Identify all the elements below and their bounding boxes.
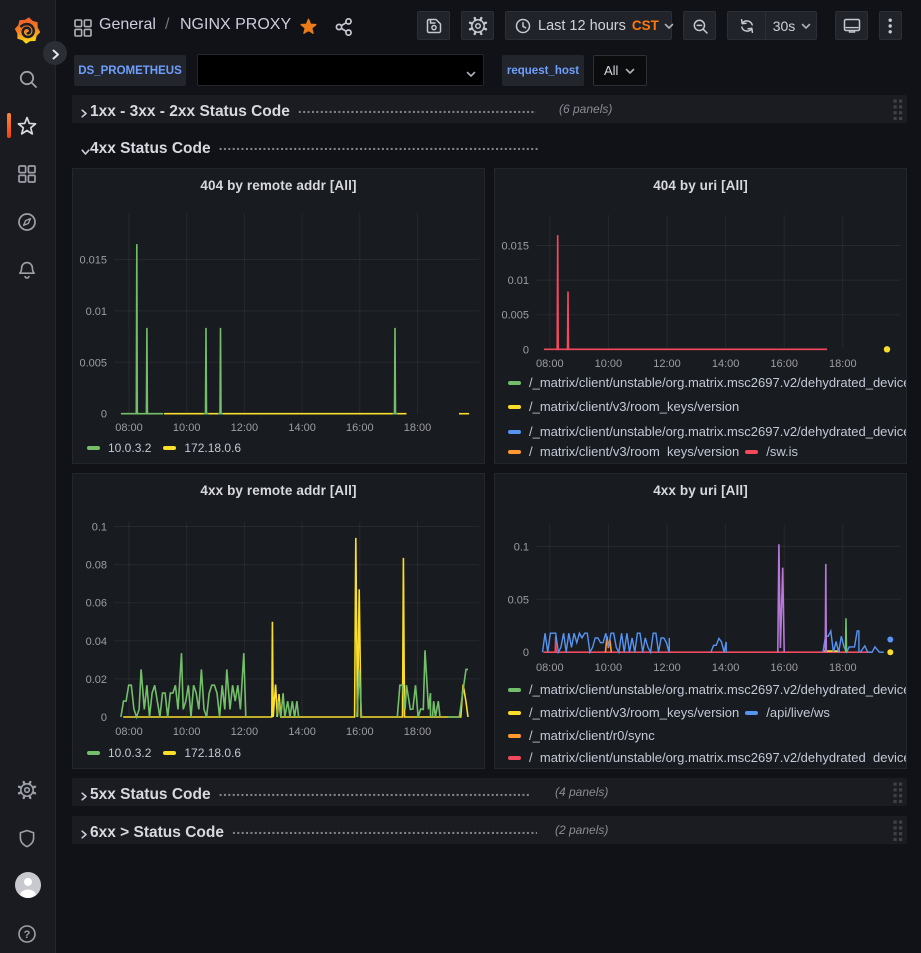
svg-text:0.08: 0.08 [86, 560, 107, 572]
svg-text:18:00: 18:00 [829, 358, 857, 370]
svg-text:10:00: 10:00 [173, 422, 201, 434]
svg-text:12:00: 12:00 [231, 422, 259, 434]
svg-text:0.04: 0.04 [86, 636, 107, 648]
svg-text:0.06: 0.06 [86, 598, 107, 610]
svg-text:08:00: 08:00 [536, 662, 564, 674]
svg-text:0.005: 0.005 [79, 357, 107, 369]
svg-text:12:00: 12:00 [231, 726, 259, 738]
svg-text:0: 0 [523, 344, 529, 356]
svg-text:14:00: 14:00 [712, 358, 740, 370]
svg-text:08:00: 08:00 [115, 422, 143, 434]
svg-text:0.02: 0.02 [86, 674, 107, 686]
svg-text:16:00: 16:00 [770, 358, 798, 370]
svg-text:0: 0 [101, 712, 107, 724]
svg-text:12:00: 12:00 [653, 662, 681, 674]
svg-text:10:00: 10:00 [173, 726, 201, 738]
svg-text:0.1: 0.1 [514, 541, 529, 553]
svg-text:0.005: 0.005 [501, 310, 529, 322]
svg-text:18:00: 18:00 [829, 662, 857, 674]
svg-text:0.05: 0.05 [508, 594, 529, 606]
svg-text:0: 0 [523, 647, 529, 659]
svg-text:14:00: 14:00 [288, 726, 316, 738]
svg-text:0: 0 [101, 409, 107, 421]
svg-text:16:00: 16:00 [346, 422, 374, 434]
svg-text:0.01: 0.01 [86, 306, 107, 318]
svg-text:10:00: 10:00 [595, 662, 623, 674]
svg-text:0.015: 0.015 [79, 255, 107, 267]
svg-text:0.1: 0.1 [92, 522, 107, 534]
svg-text:18:00: 18:00 [404, 422, 432, 434]
svg-text:14:00: 14:00 [712, 662, 740, 674]
svg-text:08:00: 08:00 [115, 726, 143, 738]
svg-text:16:00: 16:00 [770, 662, 798, 674]
svg-text:10:00: 10:00 [595, 358, 623, 370]
svg-text:18:00: 18:00 [404, 726, 432, 738]
svg-text:16:00: 16:00 [346, 726, 374, 738]
svg-text:12:00: 12:00 [653, 358, 681, 370]
svg-text:14:00: 14:00 [288, 422, 316, 434]
svg-text:0.01: 0.01 [508, 275, 529, 287]
svg-text:08:00: 08:00 [536, 358, 564, 370]
svg-text:0.015: 0.015 [501, 241, 529, 253]
